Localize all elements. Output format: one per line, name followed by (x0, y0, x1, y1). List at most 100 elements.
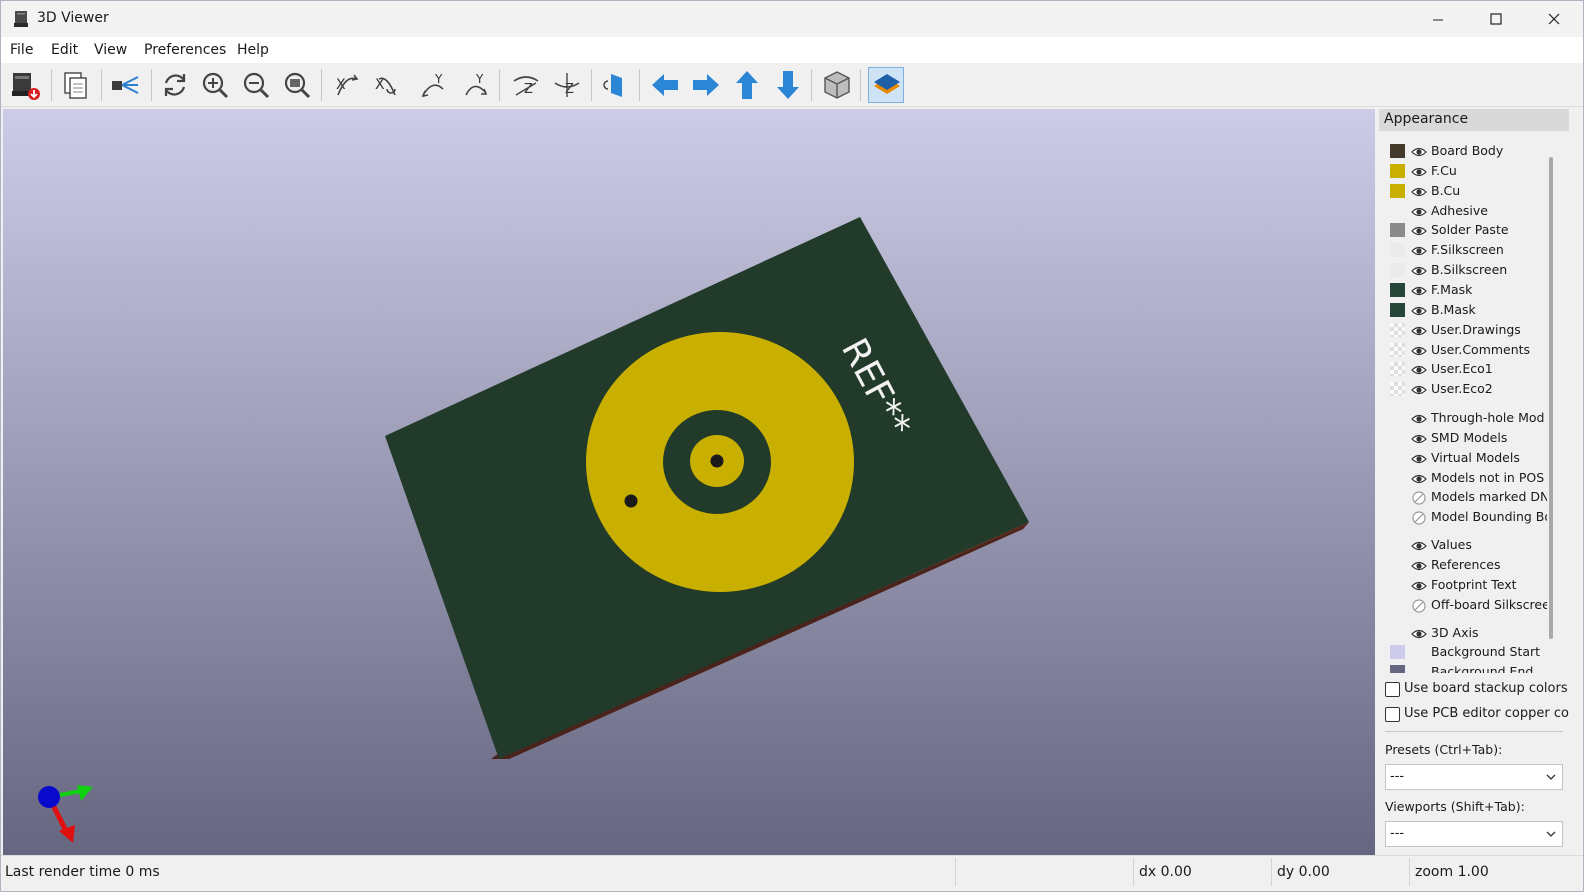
layer-row[interactable]: B.Mask (1379, 300, 1547, 320)
menu-view[interactable]: View (94, 42, 127, 58)
layer-color-swatch[interactable] (1390, 263, 1405, 278)
visible-eye-icon[interactable] (1411, 382, 1427, 396)
layer-color-swatch[interactable] (1390, 144, 1405, 158)
layer-row[interactable]: Model Bounding Bo (1379, 507, 1547, 527)
layer-row[interactable]: User.Eco1 (1379, 359, 1547, 379)
pan-left-button[interactable] (647, 67, 683, 103)
menu-preferences[interactable]: Preferences (144, 42, 226, 58)
menu-help[interactable]: Help (237, 42, 269, 58)
visible-eye-icon[interactable] (1411, 538, 1427, 552)
layer-color-swatch[interactable] (1390, 183, 1405, 198)
layer-row[interactable]: Board Body (1379, 141, 1547, 161)
layer-color-swatch[interactable] (1390, 382, 1405, 397)
visible-eye-icon[interactable] (1411, 431, 1427, 445)
layer-row[interactable]: Adhesive (1379, 201, 1547, 221)
maximize-button[interactable] (1467, 1, 1525, 37)
layer-color-swatch[interactable] (1390, 362, 1405, 377)
raytrace-button[interactable] (107, 67, 143, 103)
visible-eye-icon[interactable] (1411, 204, 1427, 218)
visible-eye-icon[interactable] (1411, 411, 1427, 425)
hidden-eye-icon[interactable] (1411, 598, 1427, 613)
rotate-y-cw-button[interactable]: Y (417, 67, 453, 103)
layer-row[interactable]: Values (1379, 535, 1547, 555)
layer-row[interactable]: F.Mask (1379, 280, 1547, 300)
layer-row[interactable]: F.Cu (1379, 161, 1547, 181)
layer-color-swatch[interactable] (1390, 223, 1405, 238)
orthographic-button[interactable] (819, 67, 855, 103)
pan-down-button[interactable] (770, 67, 806, 103)
layer-row[interactable]: Through-hole Mod (1379, 408, 1547, 428)
layer-row[interactable]: SMD Models (1379, 428, 1547, 448)
visible-eye-icon[interactable] (1411, 323, 1427, 337)
layers-manager-button[interactable] (868, 67, 904, 103)
zoom-out-button[interactable] (238, 67, 274, 103)
layer-list-scrollbar[interactable] (1549, 157, 1553, 639)
visible-eye-icon[interactable] (1411, 303, 1427, 317)
visible-eye-icon[interactable] (1411, 626, 1427, 640)
export-button[interactable] (7, 67, 43, 103)
pan-up-button[interactable] (729, 67, 765, 103)
layer-color-swatch[interactable] (1390, 243, 1405, 258)
layer-color-swatch[interactable] (1390, 342, 1405, 357)
layer-row[interactable]: References (1379, 555, 1547, 575)
copper-colors-checkbox[interactable] (1385, 707, 1400, 722)
layer-list[interactable]: Board Body F.Cu B.Cu Adhesive Solder Paste F.… (1379, 141, 1547, 673)
copy-button[interactable] (57, 67, 93, 103)
layer-color-swatch[interactable] (1390, 322, 1405, 337)
visible-eye-icon[interactable] (1411, 164, 1427, 178)
layer-color-swatch[interactable] (1390, 163, 1405, 178)
zoom-in-button[interactable] (197, 67, 233, 103)
layer-row[interactable]: Background Start (1379, 642, 1547, 662)
layer-row[interactable]: 3D Axis (1379, 623, 1547, 643)
reload-button[interactable] (157, 67, 193, 103)
hidden-eye-icon[interactable] (1411, 490, 1427, 506)
layer-color-swatch[interactable] (1390, 302, 1405, 317)
layer-row[interactable]: B.Cu (1379, 181, 1547, 201)
layer-row[interactable]: B.Silkscreen (1379, 260, 1547, 280)
visible-eye-icon[interactable] (1411, 144, 1427, 158)
layer-row[interactable]: F.Silkscreen (1379, 240, 1547, 260)
presets-dropdown[interactable]: --- (1385, 764, 1563, 790)
layer-row[interactable]: Virtual Models (1379, 448, 1547, 468)
layer-color-swatch[interactable] (1390, 645, 1405, 660)
visible-eye-icon[interactable] (1411, 263, 1427, 277)
visible-eye-icon[interactable] (1411, 558, 1427, 572)
layer-row[interactable]: Models marked DN (1379, 487, 1547, 507)
viewports-dropdown[interactable]: --- (1385, 821, 1563, 847)
visible-eye-icon[interactable] (1411, 578, 1427, 592)
stackup-colors-checkbox[interactable] (1385, 682, 1400, 697)
close-button[interactable] (1525, 1, 1583, 37)
menu-file[interactable]: File (10, 42, 33, 58)
layer-row[interactable]: User.Comments (1379, 340, 1547, 360)
rotate-y-ccw-button[interactable]: Y (458, 67, 494, 103)
visible-eye-icon[interactable] (1411, 283, 1427, 297)
layer-row[interactable]: Solder Paste (1379, 220, 1547, 240)
layer-color-swatch[interactable] (1390, 665, 1405, 673)
minimize-button[interactable] (1409, 1, 1467, 37)
layer-row[interactable]: Models not in POS (1379, 468, 1547, 488)
rotate-z-ccw-button[interactable]: Z (549, 67, 585, 103)
visible-eye-icon[interactable] (1411, 343, 1427, 357)
layer-color-swatch[interactable] (1390, 282, 1405, 297)
pan-right-button[interactable] (688, 67, 724, 103)
layer-row[interactable]: User.Eco2 (1379, 379, 1547, 399)
rotate-z-cw-button[interactable]: Z (508, 67, 544, 103)
rotate-x-ccw-button[interactable]: X (369, 67, 405, 103)
rotate-x-cw-button[interactable]: X (328, 67, 364, 103)
visible-eye-icon[interactable] (1411, 451, 1427, 465)
layer-row[interactable]: Background End (1379, 662, 1547, 673)
hidden-eye-icon[interactable] (1411, 510, 1427, 525)
visible-eye-icon[interactable] (1411, 243, 1427, 257)
visible-eye-icon[interactable] (1411, 362, 1427, 376)
visible-eye-icon[interactable] (1411, 471, 1427, 485)
3d-canvas[interactable]: REF** (3, 109, 1375, 855)
layer-row[interactable]: User.Drawings (1379, 320, 1547, 340)
menu-edit[interactable]: Edit (51, 42, 78, 58)
flip-board-button[interactable] (598, 67, 634, 103)
zoom-fit-button[interactable] (279, 67, 315, 103)
visible-eye-icon[interactable] (1411, 184, 1427, 198)
visible-eye-icon[interactable] (1411, 223, 1427, 237)
layer-row[interactable]: Off-board Silkscree (1379, 595, 1547, 615)
layer-row[interactable]: Footprint Text (1379, 575, 1547, 595)
layer-name: Background End (1431, 664, 1534, 673)
